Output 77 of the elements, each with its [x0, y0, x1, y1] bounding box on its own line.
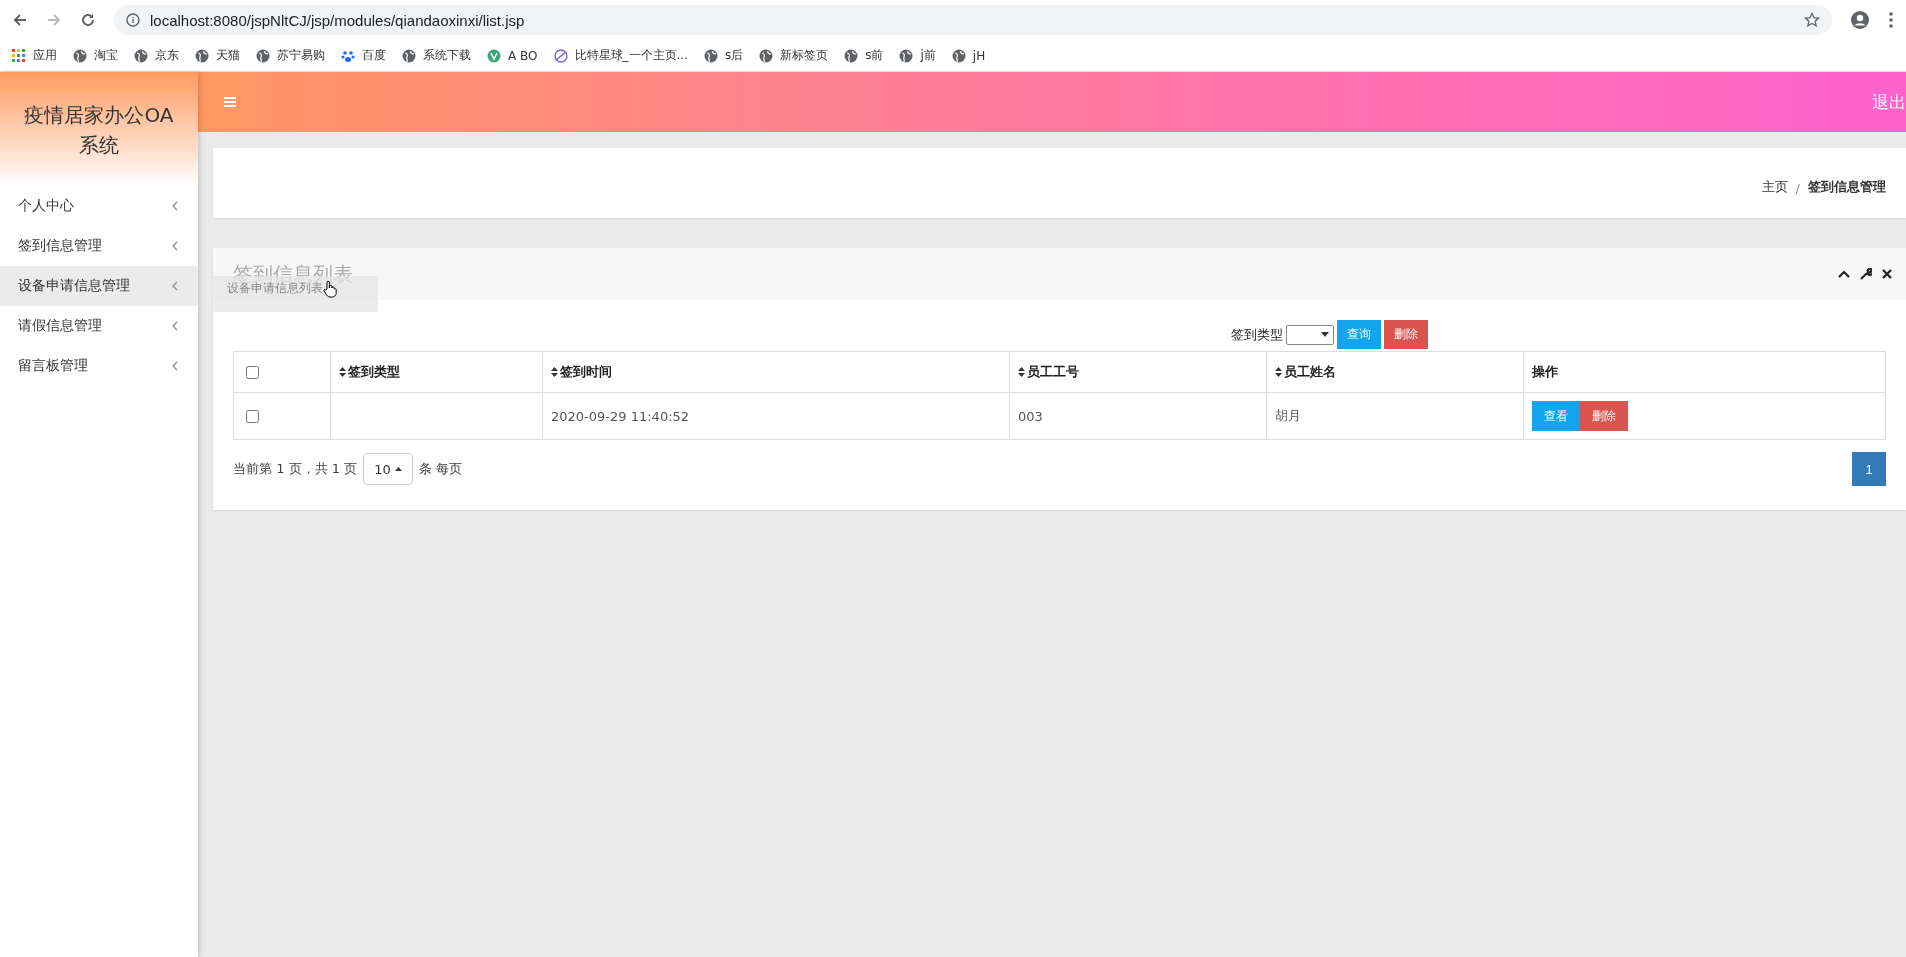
- sidebar-item[interactable]: 留言板管理: [0, 346, 198, 386]
- sort-icon: [1275, 367, 1282, 377]
- globe-icon: [703, 48, 718, 63]
- apps-icon: [12, 48, 26, 63]
- wrench-icon[interactable]: [1860, 268, 1872, 280]
- column-header[interactable]: 签到类型: [339, 363, 400, 381]
- bookmark[interactable]: j前: [899, 47, 936, 64]
- bookmark[interactable]: s后: [703, 47, 744, 64]
- info-icon: [126, 13, 140, 27]
- table-cell: 2020-09-29 11:40:52: [551, 408, 690, 424]
- globe-icon: [195, 48, 209, 63]
- globe-icon: [73, 48, 87, 63]
- breadcrumb-item[interactable]: 主页: [1761, 178, 1788, 196]
- globe-icon: [134, 48, 148, 63]
- column-header[interactable]: 签到时间: [551, 363, 612, 381]
- breadcrumb-separator: /: [1795, 181, 1800, 196]
- bookmark[interactable]: A BO: [487, 48, 538, 63]
- globe-icon: [844, 48, 859, 63]
- globe-icon: [899, 48, 914, 63]
- filter-label: 签到类型: [1231, 325, 1283, 344]
- bookmark[interactable]: 系统下载: [402, 47, 471, 64]
- profile-icon[interactable]: [1850, 10, 1870, 30]
- table-cell: 胡月: [1275, 408, 1301, 423]
- chevron-left-icon: [172, 281, 178, 291]
- chevron-up-icon[interactable]: [1838, 270, 1850, 278]
- chevron-left-icon: [172, 241, 178, 251]
- chevron-left-icon: [172, 321, 178, 331]
- sort-icon: [1018, 367, 1025, 377]
- caret-down-icon: [1321, 332, 1329, 337]
- bookmark[interactable]: jH: [951, 48, 986, 63]
- per-page-label: 条 每页: [419, 460, 463, 478]
- globe-icon: [256, 48, 270, 63]
- close-icon[interactable]: [1882, 269, 1892, 279]
- bookmark[interactable]: 淘宝: [73, 47, 118, 64]
- address-bar[interactable]: localhost:8080/jspNltCJ/jsp/modules/qiandaoxinxi/list.jsp: [114, 5, 1832, 35]
- bookmark[interactable]: 苏宁易购: [256, 47, 325, 64]
- column-header: 操作: [1532, 364, 1558, 379]
- type-select[interactable]: [1286, 324, 1334, 345]
- sidebar-item[interactable]: 设备申请信息管理: [0, 266, 198, 306]
- reload-icon[interactable]: [80, 12, 96, 28]
- sidebar-item[interactable]: 个人中心: [0, 186, 198, 226]
- select-all-checkbox[interactable]: [246, 365, 259, 379]
- sidebar-item[interactable]: 请假信息管理: [0, 306, 198, 346]
- more-icon[interactable]: [1888, 11, 1894, 29]
- back-icon[interactable]: [12, 12, 28, 28]
- delete-button[interactable]: 删除: [1384, 320, 1428, 349]
- globe-icon: [951, 48, 966, 63]
- star-icon[interactable]: [1804, 12, 1820, 28]
- bookmark[interactable]: 比特星球_一个主页...: [553, 47, 688, 64]
- v-logo-icon: [487, 48, 501, 63]
- bookmark[interactable]: 新标签页: [759, 47, 829, 64]
- table-cell: 003: [1018, 408, 1043, 424]
- page-summary: 当前第 1 页，共 1 页: [233, 460, 358, 478]
- bookmark[interactable]: 天猫: [195, 47, 240, 64]
- chevron-left-icon: [172, 361, 178, 371]
- caret-up-icon: [394, 467, 402, 471]
- page-button[interactable]: 1: [1852, 452, 1886, 486]
- paw-icon: [341, 48, 355, 63]
- column-header[interactable]: 员工姓名: [1275, 363, 1336, 381]
- bookmark[interactable]: s前: [844, 47, 884, 64]
- page-size-select[interactable]: 10: [363, 453, 414, 485]
- bookmark[interactable]: 应用: [12, 47, 57, 64]
- delete-button[interactable]: 删除: [1580, 401, 1628, 431]
- globe-icon: [402, 48, 416, 63]
- app-title: 疫情居家办公OA系统: [0, 72, 198, 186]
- bookmark[interactable]: 京东: [134, 47, 179, 64]
- sort-icon: [551, 367, 558, 377]
- sidebar-item[interactable]: 签到信息管理: [0, 226, 198, 266]
- column-header[interactable]: 员工工号: [1018, 363, 1079, 381]
- row-checkbox[interactable]: [246, 409, 259, 423]
- drag-ghost-label: 设备申请信息列表: [227, 281, 323, 297]
- chevron-left-icon: [172, 201, 178, 211]
- breadcrumb-item: 签到信息管理: [1808, 178, 1886, 196]
- url-text: localhost:8080/jspNltCJ/jsp/modules/qiandaoxinxi/list.jsp: [150, 11, 525, 29]
- globe-icon: [759, 48, 774, 63]
- bookmark[interactable]: 百度: [341, 47, 386, 64]
- sort-icon: [339, 367, 346, 377]
